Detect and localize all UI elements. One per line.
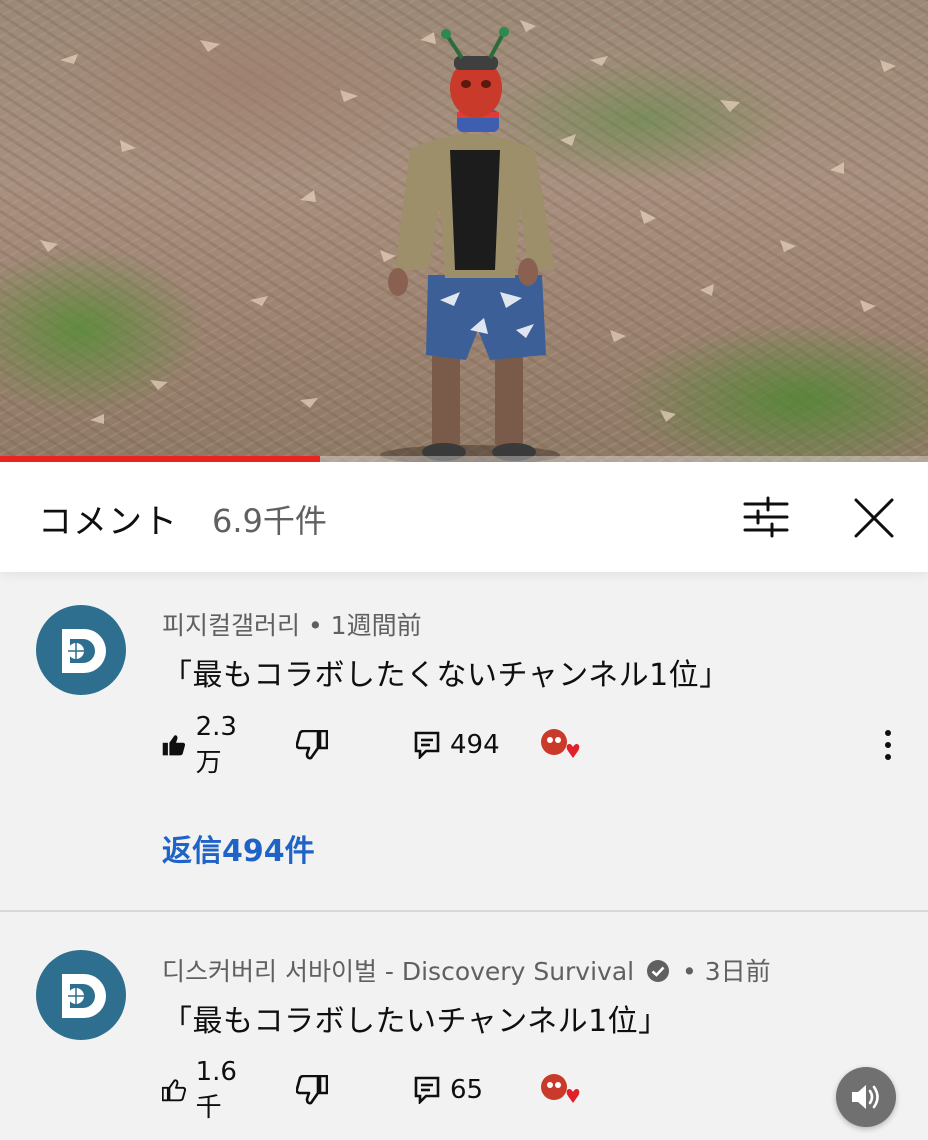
discovery-logo-icon	[62, 974, 106, 1018]
like-button[interactable]: 2.3万	[162, 712, 245, 778]
discovery-logo-icon	[62, 629, 106, 673]
comment-time: 1週間前	[330, 611, 422, 640]
creator-heart-icon	[541, 729, 580, 758]
creator-heart-icon	[541, 1074, 580, 1103]
meta-separator: •	[682, 957, 697, 986]
thumbs-up-filled-icon	[162, 735, 186, 756]
comment-text: 「最もコラボしたくないチャンネル1位」	[162, 658, 730, 693]
video-frame	[40, 20, 896, 462]
comment-time: 3日前	[704, 957, 771, 986]
video-player[interactable]	[0, 0, 928, 462]
reply-count: 494	[450, 730, 500, 760]
close-icon[interactable]	[850, 494, 898, 542]
like-count: 1.6千	[195, 1056, 237, 1123]
comment-meta: 피지컬갤러리 • 1週間前	[162, 606, 422, 642]
comment-author[interactable]: 피지컬갤러리	[162, 611, 300, 640]
comments-count: 6.9千件	[212, 502, 327, 540]
unmute-button[interactable]	[836, 1067, 896, 1127]
avatar[interactable]	[36, 605, 126, 695]
speaker-icon	[852, 1085, 879, 1109]
comments-title: コメント	[38, 502, 178, 542]
thumbs-down-icon	[296, 1075, 328, 1105]
comment-divider	[0, 910, 928, 912]
comment-meta: 디스커버리 서바이벌 - Discovery Survival • 3日前	[162, 952, 771, 988]
reply-button[interactable]: 65	[414, 1070, 483, 1110]
thumbs-down-icon	[296, 730, 328, 760]
comment-text: 「最もコラボしたいチャンネル1位」	[162, 1004, 669, 1039]
avatar[interactable]	[36, 950, 126, 1040]
dislike-button[interactable]	[296, 725, 338, 765]
reply-button[interactable]: 494	[414, 725, 500, 765]
filter-sliders-icon[interactable]	[742, 496, 790, 538]
dislike-button[interactable]	[296, 1070, 338, 1110]
view-replies-link[interactable]: 返信494件	[162, 826, 315, 870]
more-options-icon[interactable]	[878, 725, 898, 765]
like-count: 2.3万	[195, 711, 237, 778]
thumbs-up-icon	[162, 1079, 186, 1102]
like-button[interactable]: 1.6千	[162, 1057, 245, 1123]
reply-count: 65	[450, 1075, 484, 1105]
meta-separator: •	[307, 611, 323, 640]
reply-comment-icon	[414, 731, 440, 759]
reply-comment-icon	[414, 1076, 440, 1104]
comment-author[interactable]: 디스커버리 서바이벌 - Discovery Survival	[162, 957, 634, 986]
verified-check-icon	[647, 960, 670, 982]
